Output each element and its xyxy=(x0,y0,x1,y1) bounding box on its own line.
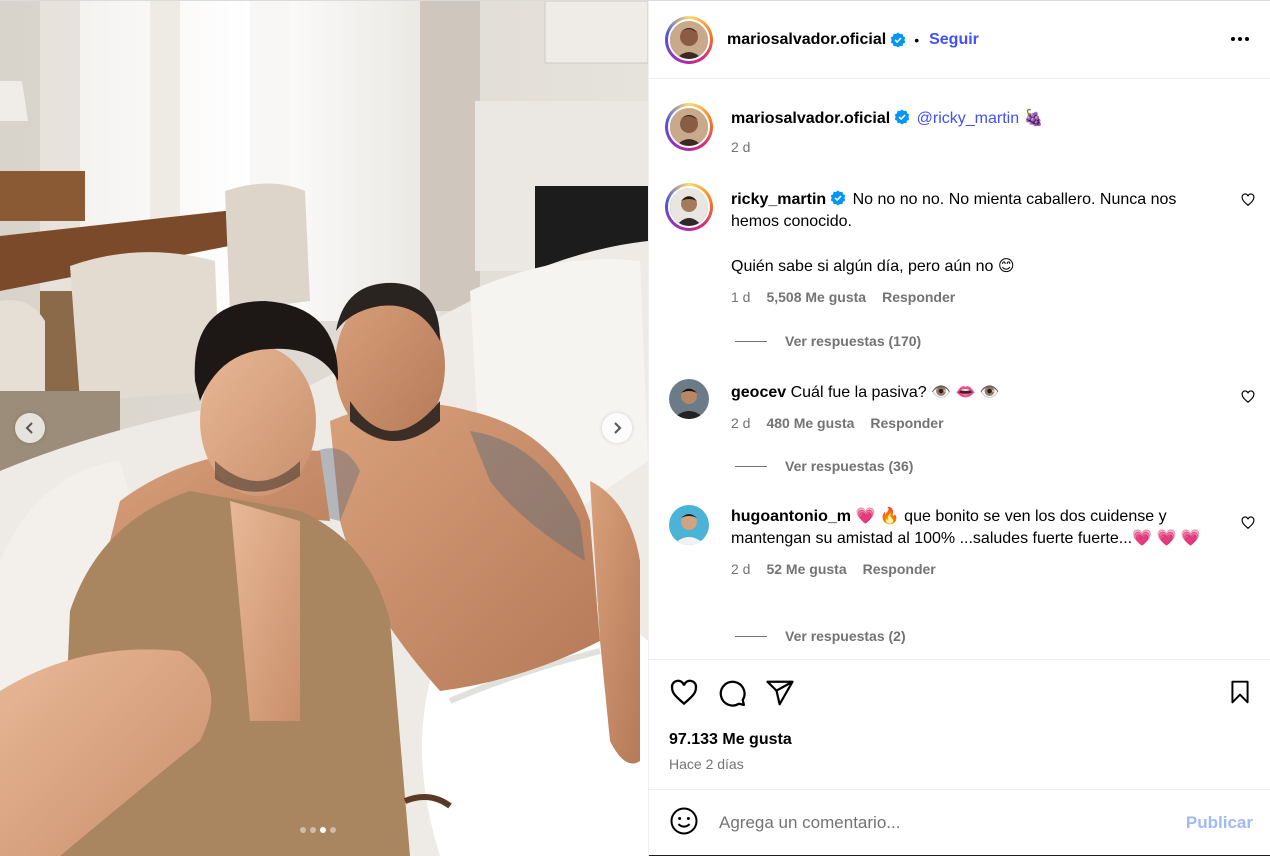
heart-icon xyxy=(1241,390,1255,404)
chevron-left-icon xyxy=(25,422,33,434)
comment-input[interactable] xyxy=(719,813,1159,833)
view-replies-label: Ver respuestas (170) xyxy=(785,333,922,349)
post-side-panel: mariosalvador.oficial • Seguir mariosalv… xyxy=(648,1,1270,856)
caption-mention-link[interactable]: @ricky_martin xyxy=(917,110,1019,127)
heart-icon xyxy=(1241,516,1255,530)
separator-dot: • xyxy=(914,31,920,48)
reply-button[interactable]: Responder xyxy=(870,412,943,434)
comment-text: Cuál fue la pasiva? 👁️ 👄 👁️ xyxy=(790,384,1000,401)
like-comment-button[interactable] xyxy=(1241,193,1255,212)
author-username[interactable]: mariosalvador.oficial xyxy=(727,31,886,49)
comment-button[interactable] xyxy=(717,678,747,713)
post-like-count[interactable]: 97.133 Me gusta xyxy=(669,731,792,749)
carousel-dot-active xyxy=(320,827,326,833)
view-replies-button[interactable]: Ver respuestas (170) xyxy=(735,333,921,349)
more-options-button[interactable] xyxy=(1230,29,1250,47)
post-photo xyxy=(0,1,648,856)
like-comment-button[interactable] xyxy=(1241,390,1255,409)
comment-username[interactable]: geocev xyxy=(731,384,786,401)
comment-text-continued: Quién sabe si algún día, pero aún no 😊 xyxy=(731,258,1015,275)
post-actions: 97.133 Me gusta Hace 2 días xyxy=(649,659,1270,789)
comment-avatar[interactable] xyxy=(669,505,709,545)
carousel-next-button[interactable] xyxy=(602,413,632,443)
save-post-button[interactable] xyxy=(1227,678,1253,711)
reply-button[interactable]: Responder xyxy=(863,558,936,580)
comment-likes[interactable]: 52 Me gusta xyxy=(766,558,846,580)
comment-icon xyxy=(719,680,746,707)
view-replies-button[interactable]: Ver respuestas (2) xyxy=(735,628,906,644)
post-media[interactable] xyxy=(0,1,648,856)
comment-time[interactable]: 1 d xyxy=(731,286,750,308)
like-comment-button[interactable] xyxy=(1241,516,1255,535)
verified-badge-icon xyxy=(890,32,906,47)
publish-button[interactable]: Publicar xyxy=(1186,813,1253,833)
replies-divider xyxy=(735,635,767,637)
comment-composer: Publicar xyxy=(649,789,1270,856)
caption-avatar[interactable] xyxy=(665,103,713,151)
caption-username[interactable]: mariosalvador.oficial xyxy=(731,110,890,127)
comment-username[interactable]: ricky_martin xyxy=(731,191,826,208)
heart-icon xyxy=(1241,193,1255,207)
post-timestamp[interactable]: Hace 2 días xyxy=(669,756,744,772)
send-icon xyxy=(766,680,794,706)
author-avatar[interactable] xyxy=(665,15,713,64)
post-dialog: mariosalvador.oficial • Seguir mariosalv… xyxy=(0,0,1270,856)
replies-divider xyxy=(735,465,767,467)
more-horizontal-icon xyxy=(1231,37,1249,41)
comments-section[interactable]: mariosalvador.oficial @ricky_martin 🍇 2 … xyxy=(649,79,1270,659)
replies-divider xyxy=(735,340,767,342)
follow-button[interactable]: Seguir xyxy=(929,31,979,49)
carousel-dot xyxy=(330,827,336,833)
comment-username[interactable]: hugoantonio_m xyxy=(731,508,851,525)
comment-avatar[interactable] xyxy=(665,183,713,231)
caption-time[interactable]: 2 d xyxy=(731,136,750,158)
post-header: mariosalvador.oficial • Seguir xyxy=(649,1,1270,79)
like-post-button[interactable] xyxy=(669,678,699,713)
comment-time[interactable]: 2 d xyxy=(731,412,750,434)
comment-likes[interactable]: 5,508 Me gusta xyxy=(766,286,866,308)
comment-time[interactable]: 2 d xyxy=(731,558,750,580)
verified-badge-icon xyxy=(830,190,846,206)
emoji-picker-button[interactable] xyxy=(669,806,699,841)
emoji-icon xyxy=(670,807,698,834)
carousel-dot xyxy=(310,827,316,833)
carousel-dot xyxy=(300,827,306,833)
verified-badge-icon xyxy=(894,109,910,125)
view-replies-button[interactable]: Ver respuestas (36) xyxy=(735,458,913,474)
chevron-right-icon xyxy=(614,422,622,434)
comment-avatar[interactable] xyxy=(669,379,709,419)
share-button[interactable] xyxy=(765,678,795,713)
comment-likes[interactable]: 480 Me gusta xyxy=(766,412,854,434)
carousel-prev-button[interactable] xyxy=(15,413,45,443)
caption-emoji: 🍇 xyxy=(1023,110,1044,127)
view-replies-label: Ver respuestas (36) xyxy=(785,458,914,474)
reply-button[interactable]: Responder xyxy=(882,286,955,308)
bookmark-icon xyxy=(1231,680,1249,704)
view-replies-label: Ver respuestas (2) xyxy=(785,628,906,644)
carousel-indicator xyxy=(300,827,336,833)
heart-icon xyxy=(670,679,698,706)
